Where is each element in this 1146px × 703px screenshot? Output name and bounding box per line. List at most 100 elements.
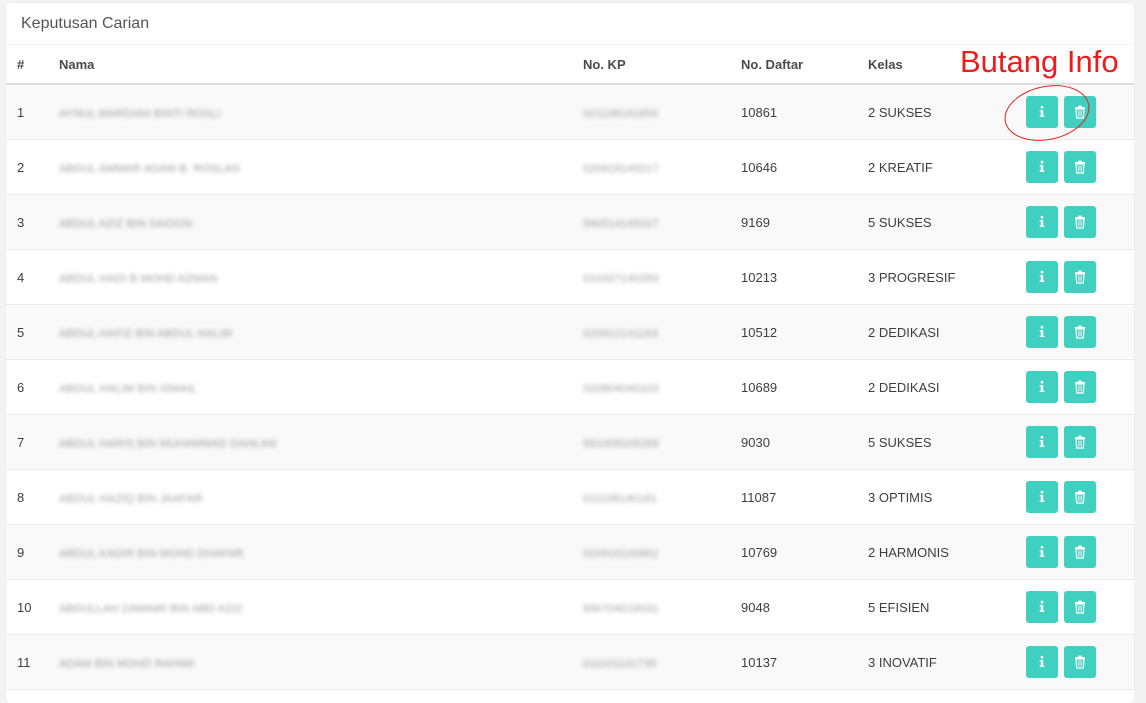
cell-kelas: 5 SUKSES: [868, 414, 1025, 470]
ic-number: 021108141650: [583, 107, 658, 120]
cell-actions: [1025, 524, 1134, 580]
ic-number: 020804040103: [583, 382, 659, 395]
cell-actions: [1025, 194, 1134, 250]
info-button[interactable]: [1026, 206, 1058, 238]
info-icon: [1039, 655, 1045, 667]
info-icon: [1039, 160, 1045, 172]
cell-kelas: 2 DEDIKASI: [868, 304, 1025, 360]
cell-kp: 020804040103: [583, 359, 741, 415]
info-button[interactable]: [1026, 426, 1058, 458]
cell-kp: 010327140283: [583, 249, 741, 305]
delete-button[interactable]: [1063, 646, 1096, 678]
table-row[interactable]: 5 ABDUL HAFIZ BIN ABDUL HALIM 0209121411…: [6, 304, 1134, 360]
trash-icon: [1074, 490, 1085, 504]
trash-icon: [1074, 325, 1085, 339]
table-row[interactable]: 10 ABDULLAH ZAWAWI BIN ABD AZIZ 99070401…: [6, 579, 1134, 635]
delete-button[interactable]: [1063, 96, 1096, 128]
cell-num: 5: [6, 304, 59, 360]
trash-icon: [1074, 105, 1085, 119]
table-row[interactable]: 2 ABDUL AMMAR ADAM B. ROSLAN 02091814021…: [6, 139, 1134, 195]
info-icon: [1039, 325, 1045, 337]
cell-daftar: 10137: [741, 634, 868, 690]
trash-icon: [1074, 215, 1085, 229]
info-button[interactable]: [1026, 96, 1058, 128]
cell-num: 11: [6, 634, 59, 690]
delete-button[interactable]: [1063, 371, 1096, 403]
info-icon: [1039, 105, 1045, 117]
cell-actions: [1025, 249, 1134, 305]
table-row[interactable]: 1 AYNUL MARDIAH BINTI ROSLI 021108141650…: [6, 84, 1134, 140]
cell-name: ABDUL KADIR BIN MOHD GHAFAR: [59, 524, 583, 580]
cell-actions: [1025, 469, 1134, 525]
cell-kelas: 3 INOVATIF: [868, 634, 1025, 690]
ic-number: 011108140181: [583, 492, 658, 505]
cell-kelas: 2 DEDIKASI: [868, 359, 1025, 415]
cell-daftar: 9048: [741, 579, 868, 635]
delete-button[interactable]: [1063, 536, 1096, 568]
cell-actions: [1025, 634, 1134, 690]
delete-button[interactable]: [1063, 481, 1096, 513]
table-row[interactable]: 11 ADAM BIN MOHD RAHIMI 011101141739 101…: [6, 634, 1134, 690]
student-name: AYNUL MARDIAH BINTI ROSLI: [59, 107, 221, 120]
ic-number: 020916100801: [583, 547, 659, 560]
info-icon: [1039, 545, 1045, 557]
ic-number: 990704016031: [583, 602, 659, 615]
student-name: ABDUL HALIM BIN ISMAIL: [59, 382, 197, 395]
student-name: ABDUL HAZIQ BIN JAAFAR: [59, 492, 203, 505]
cell-kelas: 3 PROGRESIF: [868, 249, 1025, 305]
table-row[interactable]: 3 ABDUL AZIZ BIN SAIDON 990514145027 916…: [6, 194, 1134, 250]
column-header-kp[interactable]: No. KP: [583, 45, 741, 85]
table-row[interactable]: 4 ABDUL HADI B MOHD AZMAN 010327140283 1…: [6, 249, 1134, 305]
info-button[interactable]: [1026, 591, 1058, 623]
info-button[interactable]: [1026, 646, 1058, 678]
cell-daftar: 10861: [741, 84, 868, 140]
cell-num: 9: [6, 524, 59, 580]
cell-daftar: 9169: [741, 194, 868, 250]
student-name: ABDUL HARIS BIN MUHAMMAD DAHLAN: [59, 437, 277, 450]
cell-num: 7: [6, 414, 59, 470]
delete-button[interactable]: [1063, 151, 1096, 183]
delete-button[interactable]: [1063, 206, 1096, 238]
cell-name: ABDUL HAFIZ BIN ABDUL HALIM: [59, 304, 583, 360]
cell-name: ABDUL HADI B MOHD AZMAN: [59, 249, 583, 305]
table-row[interactable]: 8 ABDUL HAZIQ BIN JAAFAR 011108140181 11…: [6, 469, 1134, 525]
trash-icon: [1074, 270, 1085, 284]
student-name: ABDULLAH ZAWAWI BIN ABD AZIZ: [59, 602, 243, 615]
cell-name: ABDUL AZIZ BIN SAIDON: [59, 194, 583, 250]
panel-title: Keputusan Carian: [6, 3, 1134, 45]
cell-daftar: 10646: [741, 139, 868, 195]
cell-num: 1: [6, 84, 59, 140]
cell-name: ADAM BIN MOHD RAHIMI: [59, 634, 583, 690]
table-body: 1 AYNUL MARDIAH BINTI ROSLI 021108141650…: [6, 84, 1134, 690]
cell-num: 8: [6, 469, 59, 525]
cell-kp: 020912141163: [583, 304, 741, 360]
info-button[interactable]: [1026, 536, 1058, 568]
info-button[interactable]: [1026, 371, 1058, 403]
trash-icon: [1074, 655, 1085, 669]
table-row[interactable]: 9 ABDUL KADIR BIN MOHD GHAFAR 0209161008…: [6, 524, 1134, 580]
delete-button[interactable]: [1063, 591, 1096, 623]
table-row[interactable]: 7 ABDUL HARIS BIN MUHAMMAD DAHLAN 991008…: [6, 414, 1134, 470]
cell-daftar: 11087: [741, 469, 868, 525]
cell-daftar: 10512: [741, 304, 868, 360]
cell-kp: 990704016031: [583, 579, 741, 635]
cell-kp: 011101141739: [583, 634, 741, 690]
table-row[interactable]: 6 ABDUL HALIM BIN ISMAIL 020804040103 10…: [6, 359, 1134, 415]
trash-icon: [1074, 435, 1085, 449]
delete-button[interactable]: [1063, 261, 1096, 293]
info-button[interactable]: [1026, 481, 1058, 513]
info-button[interactable]: [1026, 151, 1058, 183]
cell-name: ABDUL AMMAR ADAM B. ROSLAN: [59, 139, 583, 195]
info-button[interactable]: [1026, 316, 1058, 348]
cell-name: ABDUL HARIS BIN MUHAMMAD DAHLAN: [59, 414, 583, 470]
column-header-name[interactable]: Nama: [59, 45, 583, 85]
cell-kelas: 2 HARMONIS: [868, 524, 1025, 580]
info-button[interactable]: [1026, 261, 1058, 293]
delete-button[interactable]: [1063, 426, 1096, 458]
delete-button[interactable]: [1063, 316, 1096, 348]
column-header-num[interactable]: #: [6, 45, 59, 85]
column-header-daftar[interactable]: No. Daftar: [741, 45, 868, 85]
trash-icon: [1074, 380, 1085, 394]
student-name: ABDUL HADI B MOHD AZMAN: [59, 272, 218, 285]
cell-name: ABDUL HAZIQ BIN JAAFAR: [59, 469, 583, 525]
